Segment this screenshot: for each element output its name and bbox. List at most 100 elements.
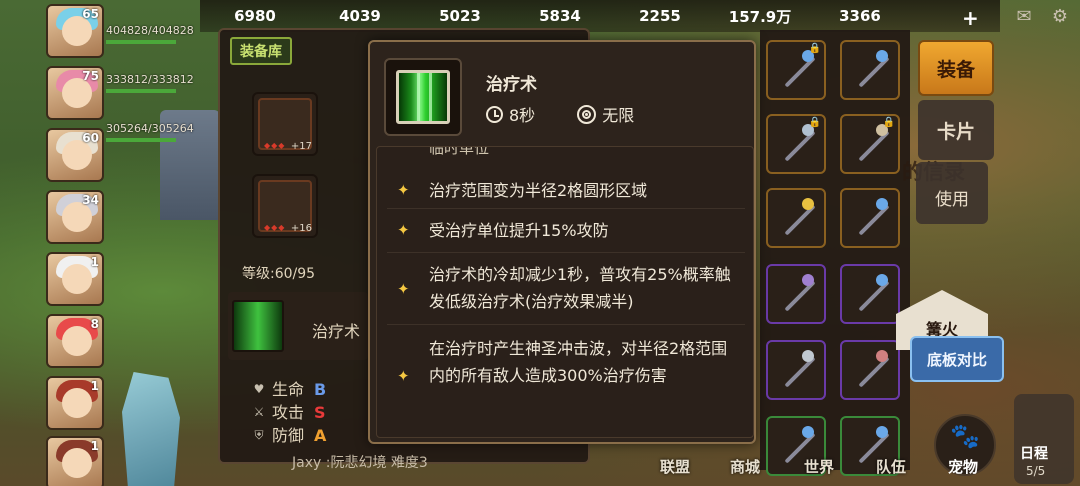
sword-icon: ⚔ (253, 405, 265, 419)
star-icon: ✦ (397, 280, 410, 298)
stat-grade: B (314, 380, 327, 399)
skill-name: 治疗术 (312, 322, 361, 341)
hero-level: 34 (82, 193, 99, 207)
inventory-item[interactable] (840, 40, 900, 100)
schedule-count: 5/5 (1026, 464, 1046, 478)
clock-icon (486, 105, 503, 123)
hp-bar (106, 89, 176, 93)
hero-level: 8 (90, 317, 99, 331)
inventory-item[interactable]: 🔒 (766, 114, 826, 174)
hero-hp-text: 305264/305264 (106, 122, 194, 135)
effect-item: ✦ 在治疗时产生神圣冲击波，对半径2格范围内的所有敌人造成300%治疗伤害 (387, 325, 745, 429)
heart-icon: ♥ (253, 382, 265, 396)
stat-grade: A (314, 426, 327, 445)
effect-list[interactable]: 临时单位 ✦ 治疗范围变为半径2格圆形区域 ✦ 受治疗单位提升15%攻防 ✦ 治… (376, 146, 754, 438)
effect-text: 受治疗单位提升15%攻防 (429, 221, 609, 240)
skill-title: 治疗术 (486, 75, 537, 95)
inventory-item[interactable] (840, 264, 900, 324)
hero-portrait[interactable]: 60 (46, 128, 104, 182)
range-value: 无限 (602, 106, 635, 125)
hero-roster: 65 75 60 34 1 8 1 1 (46, 0, 106, 486)
star-icon: ✦ (397, 181, 410, 199)
inventory-item[interactable]: 🔒 (840, 114, 900, 174)
add-resource-button[interactable]: + (962, 6, 979, 30)
hero-level: 1 (90, 439, 99, 453)
range: 无限 (577, 102, 634, 126)
effect-text: 在治疗时产生神圣冲击波，对半径2格范围内的所有敌人造成300%治疗伤害 (429, 339, 728, 385)
stat-hp: ♥ 生命 B (253, 380, 327, 399)
pet-label: 宠物 (948, 458, 979, 476)
stat-defense: ⛨ 防御 A (252, 424, 326, 447)
nav-team[interactable]: 队伍 (876, 456, 906, 477)
hero-hp-text: 404828/404828 (106, 24, 194, 37)
shield-icon: ⛨ (254, 428, 264, 442)
paw-icon: 🐾 (950, 422, 980, 450)
effect-text: 治疗术的冷却减少1秒，普攻有25%概率触发低级治疗术(治疗效果减半) (429, 265, 731, 311)
effect-item: ✦ 治疗范围变为半径2格圆形区域 (387, 173, 745, 209)
heal-skill-icon (384, 58, 462, 136)
tab-cards[interactable]: 卡片 (918, 100, 994, 160)
chat-message: Jaxy :阮悲幻境 难度3 (292, 455, 428, 471)
inventory-item[interactable] (840, 188, 900, 248)
lock-icon: 🔒 (808, 117, 821, 128)
nav-alliance[interactable]: 联盟 (660, 456, 690, 477)
enhance-level: +16 (290, 223, 312, 234)
effect-item: ✦ 受治疗单位提升15%攻防 (387, 209, 745, 253)
hero-portrait[interactable]: 8 (46, 314, 104, 368)
resource-2: 4039 (339, 7, 381, 25)
effect-text: 治疗范围变为半径2格圆形区域 (429, 181, 648, 200)
mail-icon[interactable]: ✉ (1012, 6, 1036, 27)
inventory-item[interactable] (766, 340, 826, 400)
hero-level-text: 等级:60/95 (242, 266, 316, 282)
ice-crystal (122, 372, 180, 486)
tab-equipment[interactable]: 装备 (918, 40, 994, 96)
hero-portrait[interactable]: 1 (46, 252, 104, 306)
inventory-item[interactable] (766, 264, 826, 324)
hero-portrait[interactable]: 75 (46, 66, 104, 120)
hero-portrait[interactable]: 1 (46, 436, 104, 486)
gear-icon[interactable]: ⚙ (1048, 6, 1072, 27)
hero-level: 60 (82, 131, 99, 145)
hero-level: 1 (90, 379, 99, 393)
armor-slot[interactable]: ◆◆◆ +16 (252, 174, 318, 238)
hp-bar (106, 138, 176, 142)
stat-attack: ⚔ 攻击 S (253, 403, 326, 422)
resource-5: 2255 (639, 7, 681, 25)
resource-4: 5834 (539, 7, 581, 25)
nav-world[interactable]: 世界 (804, 456, 834, 477)
inventory-item[interactable] (840, 340, 900, 400)
lock-icon: 🔒 (882, 117, 895, 128)
resource-7: 3366 (839, 7, 881, 25)
hero-level: 75 (82, 69, 99, 83)
hero-level: 65 (82, 7, 99, 21)
schedule-label: 日程 (1020, 446, 1048, 462)
hero-portrait[interactable]: 1 (46, 376, 104, 430)
skill-meta: 8秒 无限 (486, 102, 634, 126)
storage-tab[interactable]: 装备库 (230, 37, 292, 65)
tooltip-header: 治疗术 8秒 无限 (384, 58, 740, 138)
resource-1: 6980 (234, 7, 276, 25)
hero-portrait[interactable]: 34 (46, 190, 104, 244)
effect-item: ✦ 治疗术的冷却减少1秒，普攻有25%概率触发低级治疗术(治疗效果减半) (387, 253, 745, 325)
hero-hp-text: 333812/333812 (106, 73, 194, 86)
star-icon: ✦ (397, 367, 410, 385)
hp-bar (106, 40, 176, 44)
weapon-slot[interactable]: ◆◆◆ +17 (252, 92, 318, 156)
nav-shop[interactable]: 商城 (730, 456, 760, 477)
hero-portrait[interactable]: 65 (46, 4, 104, 58)
lock-icon: 🔒 (808, 43, 821, 54)
cooldown: 8秒 (486, 102, 535, 126)
inventory-item[interactable]: 🔒 (766, 40, 826, 100)
stat-grades: ♥ 生命 B ⚔ 攻击 S ⛨ 防御 A (252, 378, 327, 447)
heal-skill-icon[interactable] (232, 300, 284, 352)
star-icon: ✦ (397, 221, 410, 239)
resource-3: 5023 (439, 7, 481, 25)
resource-6: 157.9万 (728, 7, 792, 26)
clipped-effect-text: 临时单位 (429, 146, 490, 157)
inventory-item[interactable] (766, 188, 826, 248)
compare-button[interactable]: 底板对比 (910, 336, 1004, 382)
skill-tooltip: 治疗术 8秒 无限 临时单位 ✦ 治疗范围变为半径2格圆形区域 ✦ 受治疗单位提… (368, 40, 756, 444)
cooldown-value: 8秒 (509, 106, 536, 125)
enhance-level: +17 (290, 141, 312, 152)
use-button[interactable]: 使用 (916, 162, 988, 224)
